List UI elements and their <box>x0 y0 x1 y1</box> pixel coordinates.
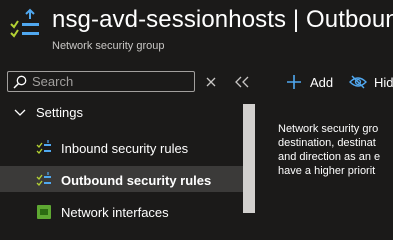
description-line: Network security gro <box>278 123 379 135</box>
search-input[interactable] <box>32 72 190 91</box>
sidebar-group-settings[interactable]: Settings <box>36 105 83 121</box>
description-text: Network security gro destination, destin… <box>278 122 393 178</box>
page-subtitle: Network security group <box>52 40 165 52</box>
close-icon[interactable] <box>205 76 217 88</box>
add-icon[interactable] <box>286 74 302 90</box>
sidebar-item-label: Network interfaces <box>61 205 169 220</box>
eye-icon[interactable] <box>349 75 367 89</box>
search-icon <box>13 75 27 89</box>
chevron-down-icon[interactable] <box>14 108 26 118</box>
security-rules-icon <box>36 140 51 154</box>
security-rules-icon <box>10 8 39 38</box>
sidebar-scrollbar[interactable] <box>243 104 255 213</box>
description-line: and direction as an e <box>278 151 381 163</box>
page-title: nsg-avd-sessionhosts | Outbound <box>52 6 393 33</box>
collapse-sidebar-icon[interactable] <box>235 76 249 88</box>
description-line: destination, destinat <box>278 137 376 149</box>
sidebar-item-label: Outbound security rules <box>61 173 212 188</box>
add-button[interactable]: Add <box>310 75 333 91</box>
security-rules-icon <box>36 172 51 186</box>
description-line: have a higher priorit <box>278 165 376 177</box>
hide-button[interactable]: Hid <box>374 75 393 91</box>
sidebar-item-label: Inbound security rules <box>61 141 189 156</box>
network-interface-icon <box>37 205 51 219</box>
